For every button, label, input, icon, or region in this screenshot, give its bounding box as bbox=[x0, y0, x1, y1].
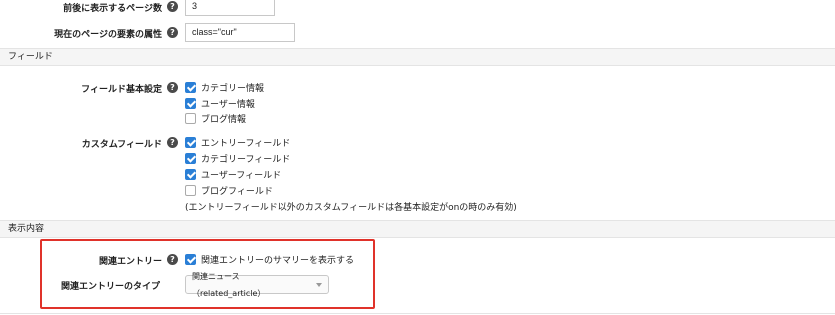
checkbox-checked-icon[interactable] bbox=[185, 152, 196, 164]
checkbox-label: カテゴリー情報 bbox=[201, 83, 265, 94]
divider bbox=[0, 313, 835, 314]
checkbox-label: ユーザーフィールド bbox=[201, 170, 282, 181]
checkbox-unchecked-icon[interactable] bbox=[185, 184, 196, 196]
checkbox-unchecked-icon[interactable] bbox=[185, 112, 196, 124]
checkbox-blog-info[interactable]: ブログ情報 bbox=[185, 111, 246, 125]
checkbox-blog-field[interactable]: ブログフィールド bbox=[185, 183, 273, 197]
checkbox-label: ユーザー情報 bbox=[201, 99, 255, 110]
current-attr-input[interactable]: class="cur" bbox=[185, 23, 295, 42]
checkbox-label: エントリーフィールド bbox=[201, 138, 291, 149]
custom-field-label: カスタムフィールド bbox=[81, 140, 162, 150]
checkbox-checked-icon[interactable] bbox=[185, 168, 196, 180]
checkbox-label: ブログ情報 bbox=[201, 114, 247, 125]
checkbox-label: カテゴリーフィールド bbox=[201, 154, 291, 165]
custom-field-note: (エントリーフィールド以外のカスタムフィールドは各基本設定がonの時のみ有効) bbox=[185, 203, 517, 213]
checkbox-checked-icon[interactable] bbox=[185, 136, 196, 148]
section-header-fields: フィールド bbox=[0, 48, 835, 66]
help-icon[interactable]: ? bbox=[167, 82, 178, 93]
checkbox-label: ブログフィールド bbox=[201, 186, 273, 197]
current-attr-label: 現在のページの要素の属性 bbox=[54, 30, 162, 40]
highlight-box bbox=[40, 239, 375, 309]
section-header-display: 表示内容 bbox=[0, 220, 835, 238]
checkbox-checked-icon[interactable] bbox=[185, 97, 196, 109]
checkbox-user-info[interactable]: ユーザー情報 bbox=[185, 96, 255, 110]
checkbox-category-info[interactable]: カテゴリー情報 bbox=[185, 80, 264, 94]
neighbor-pages-input[interactable]: 3 bbox=[185, 0, 275, 16]
checkbox-entry-field[interactable]: エントリーフィールド bbox=[185, 135, 290, 149]
checkbox-user-field[interactable]: ユーザーフィールド bbox=[185, 167, 281, 181]
help-icon[interactable]: ? bbox=[167, 27, 178, 38]
field-basic-label: フィールド基本設定 bbox=[81, 85, 162, 95]
neighbor-pages-label: 前後に表示するページ数 bbox=[63, 4, 162, 14]
help-icon[interactable]: ? bbox=[167, 137, 178, 148]
checkbox-category-field[interactable]: カテゴリーフィールド bbox=[185, 151, 290, 165]
checkbox-checked-icon[interactable] bbox=[185, 81, 196, 93]
help-icon[interactable]: ? bbox=[167, 1, 178, 12]
